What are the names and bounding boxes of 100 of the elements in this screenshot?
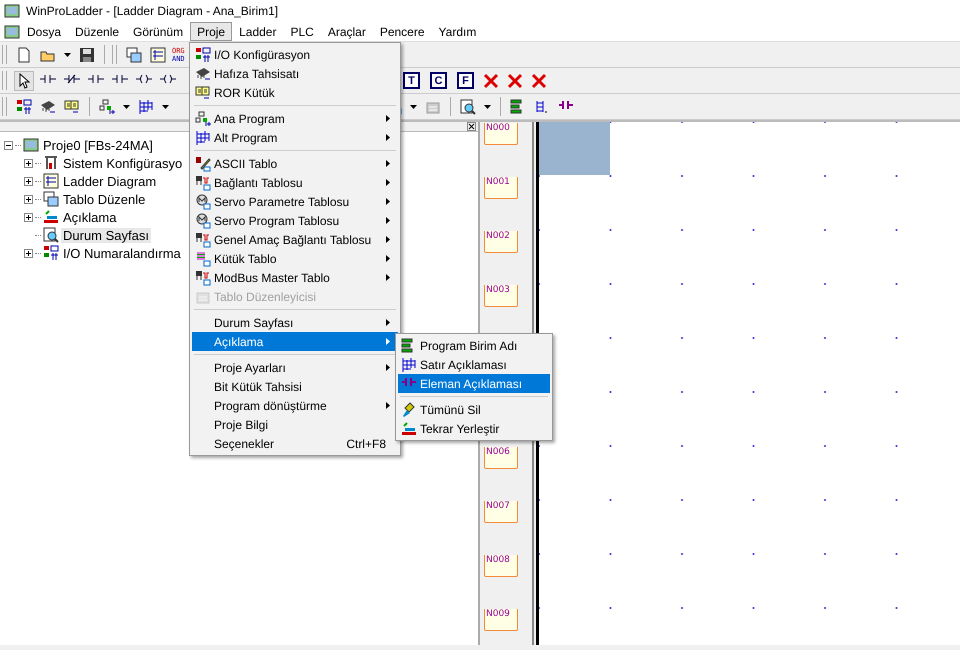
expand-icon[interactable]: [24, 176, 33, 186]
menu-item[interactable]: Proje Ayarları: [192, 358, 398, 377]
cross-icon: [483, 72, 499, 88]
expand-icon[interactable]: [24, 212, 33, 222]
menu-item[interactable]: Kütük Tablo: [192, 249, 398, 268]
letter-button[interactable]: C: [430, 72, 447, 89]
letter-button[interactable]: F: [457, 72, 474, 89]
project-icon: [23, 137, 39, 153]
menu-item-icon: [401, 402, 417, 418]
menu-item[interactable]: I/O Konfigürasyon: [192, 45, 398, 64]
menu-item-icon: [195, 156, 211, 172]
io-button[interactable]: [14, 96, 34, 116]
menu-item[interactable]: Tekrar Yerleştir: [398, 419, 550, 438]
expand-icon[interactable]: [24, 158, 33, 168]
expand-icon[interactable]: [24, 194, 33, 204]
tree-item[interactable]: Sistem Konfigürasyo: [61, 156, 184, 170]
expand-icon[interactable]: [24, 248, 33, 258]
pointer-button[interactable]: [14, 70, 34, 90]
rung-label: N007: [484, 501, 518, 523]
menu-item[interactable]: Tümünü Sil: [398, 400, 550, 419]
tree-item[interactable]: Proje0 [FBs-24MA]: [41, 138, 155, 152]
rung-label: N008: [484, 555, 518, 577]
menu-item[interactable]: Seçenekler Ctrl+F8: [192, 434, 398, 453]
caret-icon[interactable]: [123, 104, 130, 108]
rung-label: N009: [484, 609, 518, 631]
window-title: WinProLadder - [Ladder Diagram - Ana_Birim1]: [26, 4, 278, 18]
menu-item[interactable]: Servo Parametre Tablosu: [192, 192, 398, 211]
close-icon[interactable]: [467, 122, 476, 131]
menu-item[interactable]: Durum Sayfası: [192, 313, 398, 332]
letter-button[interactable]: T: [403, 72, 420, 89]
menu-item[interactable]: Araçlar: [320, 22, 373, 41]
menu-item-icon: [195, 270, 211, 286]
menu-item[interactable]: ROR Kütük: [192, 83, 398, 102]
cross-icon: [531, 72, 547, 88]
menu-item[interactable]: Hafıza Tahsisatı: [192, 64, 398, 83]
program-button[interactable]: [97, 96, 117, 116]
tree-item[interactable]: Durum Sayfası: [61, 228, 151, 242]
caret-icon[interactable]: [410, 104, 417, 108]
window-view-button[interactable]: [124, 44, 144, 64]
menu-item-icon: [195, 194, 211, 210]
magnifier-document-icon: [460, 98, 476, 114]
menu-item[interactable]: Düzenle: [68, 22, 126, 41]
menu-item-icon: [195, 110, 211, 126]
caret-icon[interactable]: [162, 104, 169, 108]
menu-item[interactable]: Bit Kütük Tahsisi: [192, 377, 398, 396]
caret-icon[interactable]: [64, 52, 71, 56]
cell-cursor: [539, 122, 610, 175]
menu-item[interactable]: Genel Amaç Bağlantı Tablosu: [192, 230, 398, 249]
menu-item[interactable]: ModBus Master Tablo: [192, 268, 398, 287]
menu-item[interactable]: Bağlantı Tablosu: [192, 173, 398, 192]
rung-label: N003: [484, 285, 518, 307]
tree-item[interactable]: Açıklama: [61, 210, 118, 224]
menu-item-icon: [195, 130, 211, 146]
new-file-icon: [16, 46, 32, 62]
menu-item[interactable]: Proje Bilgi: [192, 415, 398, 434]
ladder-grid-icon: [150, 46, 166, 62]
menu-item[interactable]: Dosya: [20, 22, 68, 41]
chip-icon: [40, 98, 56, 114]
menu-item-icon: [195, 174, 211, 190]
menu-item[interactable]: Program Birim Adı: [398, 336, 550, 355]
menu-item[interactable]: PLC: [283, 22, 321, 41]
book-icon: [64, 98, 80, 114]
caret-icon[interactable]: [484, 104, 491, 108]
menu-item[interactable]: Görünüm: [126, 22, 190, 41]
tree-icon: [99, 98, 115, 114]
cross-icon: [507, 72, 523, 88]
menu-item-icon: [195, 212, 211, 228]
menu-item[interactable]: Ladder: [232, 22, 284, 41]
rung-label: N000: [484, 123, 518, 145]
tree-node-icon: [43, 227, 59, 243]
menu-item[interactable]: Ana Program: [192, 109, 398, 128]
rung-label: N006: [484, 447, 518, 469]
menu-item-icon: [195, 232, 211, 248]
menu-item[interactable]: Proje: [190, 22, 232, 41]
menu-item[interactable]: Program dönüştürme: [192, 396, 398, 415]
menu-item-icon: [401, 420, 417, 436]
tree-item[interactable]: Tablo Düzenle: [61, 192, 148, 206]
rung-label: N001: [484, 177, 518, 199]
tree-node-icon: [43, 191, 59, 207]
tree-node-icon: [43, 155, 59, 171]
app-icon: [4, 3, 20, 19]
rung-label: N002: [484, 231, 518, 253]
tree-node-icon: [43, 173, 59, 189]
menu-item-icon: [195, 66, 211, 82]
tree-item[interactable]: Ladder Diagram: [61, 174, 158, 188]
menu-item[interactable]: ASCII Tablo: [192, 154, 398, 173]
menu-item-icon: [195, 84, 211, 100]
ladder-view-button[interactable]: [148, 44, 168, 64]
menu-item[interactable]: Yardım: [432, 22, 484, 41]
tree-item[interactable]: I/O Numaralandırma: [61, 246, 183, 260]
menu-item[interactable]: Eleman Açıklaması: [398, 374, 550, 393]
search-button[interactable]: [458, 96, 478, 116]
menu-item-icon: [401, 356, 417, 372]
menu-item[interactable]: Pencere: [372, 22, 432, 41]
menu-item[interactable]: Servo Program Tablosu: [192, 211, 398, 230]
menu-item[interactable]: Satır Açıklaması: [398, 355, 550, 374]
tree-node-icon: [43, 209, 59, 225]
menu-item[interactable]: Açıklama: [192, 332, 398, 351]
menu-item[interactable]: Alt Program: [192, 128, 398, 147]
collapse-icon[interactable]: [4, 140, 13, 150]
